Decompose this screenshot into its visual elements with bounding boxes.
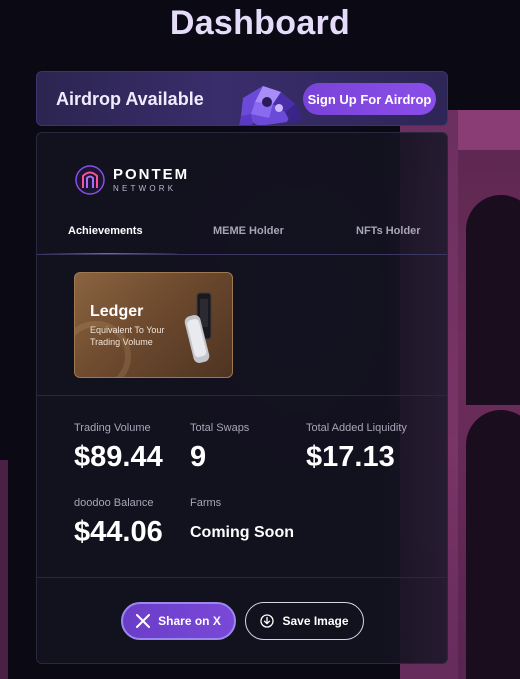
trading-volume-label: Trading Volume <box>74 422 151 434</box>
x-logo-icon <box>136 614 151 628</box>
tab-meme-holder[interactable]: MEME Holder <box>213 225 284 237</box>
badge-description: Equivalent To Your Trading Volume <box>90 325 165 347</box>
badge-title: Ledger <box>90 303 144 320</box>
card-edge-glow <box>387 133 447 663</box>
trading-volume-value: $89.44 <box>74 441 163 473</box>
dashboard-card: PONTEM NETWORK Achievements MEME Holder … <box>36 132 448 664</box>
tabs-divider <box>37 254 447 255</box>
doodoo-balance-value: $44.06 <box>74 516 163 548</box>
total-swaps-value: 9 <box>190 441 207 473</box>
total-added-liquidity-value: $17.13 <box>306 441 395 473</box>
save-button-label: Save Image <box>282 614 349 628</box>
background-left-wall <box>0 460 8 679</box>
save-image-button[interactable]: Save Image <box>245 602 364 640</box>
total-swaps-label: Total Swaps <box>190 422 250 434</box>
airdrop-label: Airdrop Available <box>56 89 204 109</box>
total-added-liquidity-label: Total Added Liquidity <box>306 422 407 434</box>
pontem-logo-icon <box>75 165 105 195</box>
brand-name: PONTEM <box>113 165 190 183</box>
farms-value: Coming Soon <box>190 524 294 541</box>
sign-up-airdrop-button[interactable]: Sign Up For Airdrop <box>303 83 436 115</box>
share-on-x-button[interactable]: Share on X <box>121 602 236 640</box>
section-divider <box>37 395 447 396</box>
section-divider <box>37 577 447 578</box>
brand-logo: PONTEM NETWORK <box>75 165 189 195</box>
doodoo-balance-label: doodoo Balance <box>74 497 154 509</box>
download-icon <box>260 614 275 628</box>
achievement-badge-ledger[interactable]: Ledger Equivalent To Your Trading Volume <box>74 272 233 378</box>
airdrop-banner: Airdrop Available Sign Up For Airdrop <box>36 71 448 126</box>
brand-subtitle: NETWORK <box>113 183 177 193</box>
ledger-device-icon <box>184 292 212 363</box>
tab-achievements[interactable]: Achievements <box>68 225 143 237</box>
tab-bar: Achievements MEME Holder NFTs Holder <box>37 225 447 255</box>
farms-label: Farms <box>190 497 222 509</box>
page-title: Dashboard <box>169 4 351 42</box>
tab-nfts-holder[interactable]: NFTs Holder <box>356 225 421 237</box>
share-button-label: Share on X <box>158 614 221 628</box>
